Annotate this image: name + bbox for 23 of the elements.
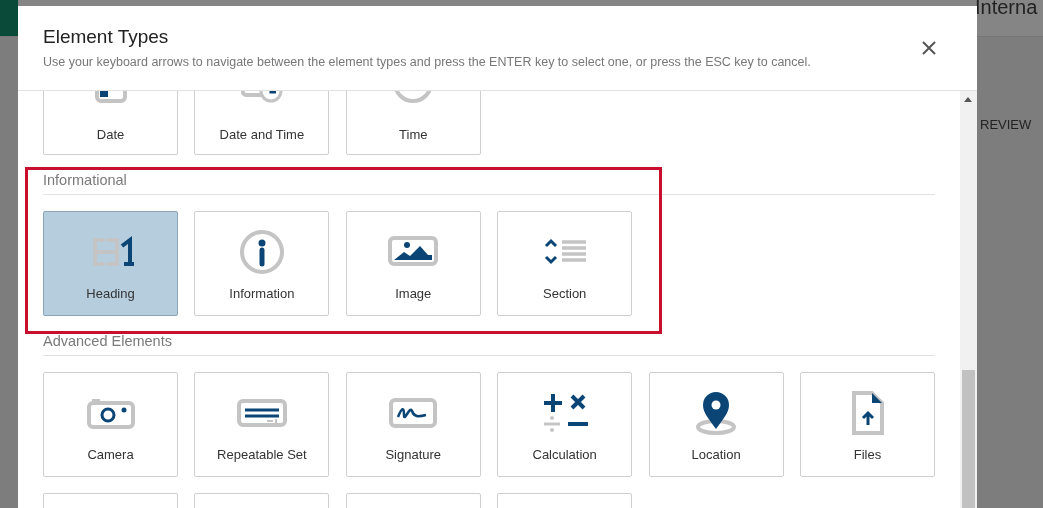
section-title: Informational <box>43 172 935 195</box>
dialog-instructions: Use your keyboard arrows to navigate between the element types and press the ENTER key to select one, or press the ESC key to cancel. <box>43 55 812 69</box>
app-logo <box>0 0 18 36</box>
element-tile[interactable]: Repeatable Set <box>194 372 330 477</box>
element-tile[interactable]: Files <box>799 372 935 477</box>
close-icon[interactable] <box>921 40 937 56</box>
element-tile[interactable]: Signature <box>345 372 481 477</box>
element-tile[interactable]: Section <box>497 211 633 316</box>
element-tile[interactable]: Date <box>43 91 178 155</box>
section-title: Advanced Elements <box>43 333 935 356</box>
element-tile[interactable]: Image <box>345 211 481 316</box>
element-tile[interactable]: Calculation <box>497 372 633 477</box>
element-tile[interactable]: Heading <box>43 211 178 316</box>
scrollbar-thumb[interactable] <box>962 370 975 508</box>
scroll-up-icon[interactable] <box>964 96 972 102</box>
element-tile[interactable]: Camera <box>43 372 178 477</box>
workspace-name: Interna <box>975 0 1038 19</box>
element-tile[interactable]: Information <box>194 211 330 316</box>
dialog-title: Element Types <box>43 26 170 48</box>
element-tile[interactable]: Time <box>345 91 481 155</box>
element-tile[interactable]: Location <box>648 372 784 477</box>
element-tile[interactable]: Date and Time <box>194 91 330 155</box>
column-header: REVIEW <box>980 117 1032 132</box>
